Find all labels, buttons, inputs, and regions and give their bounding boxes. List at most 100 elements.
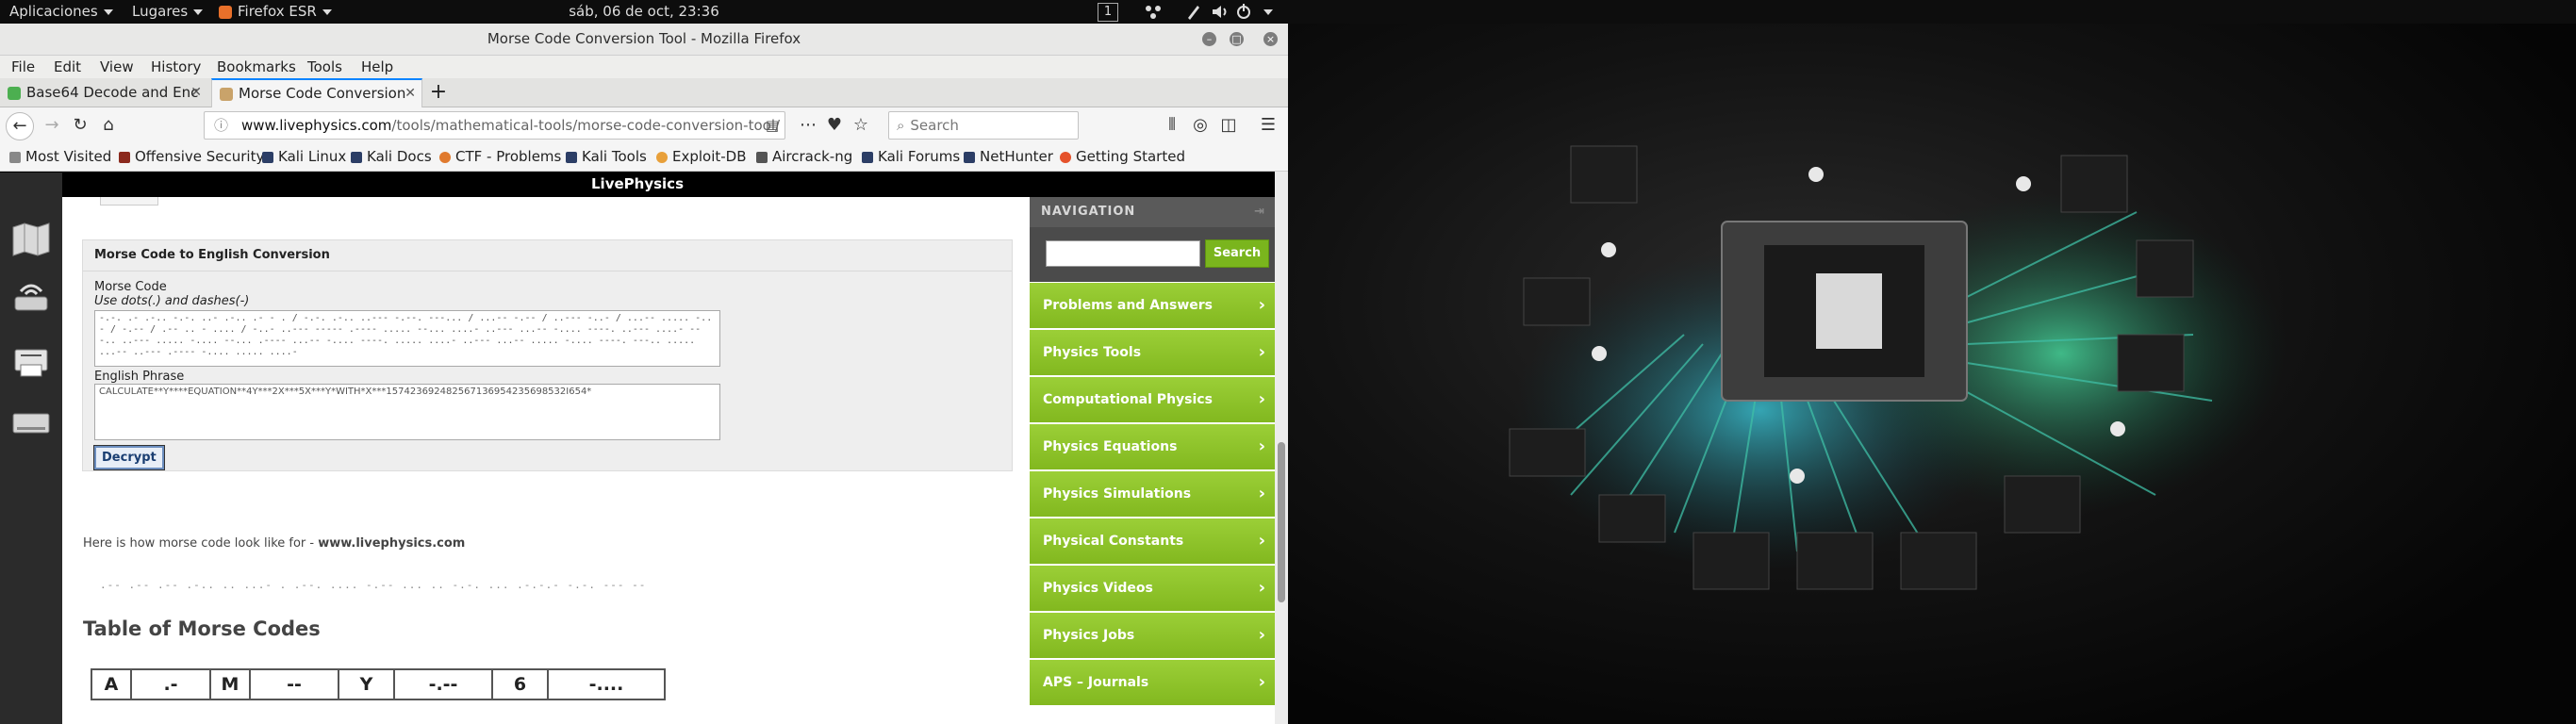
bookmark-kali-docs[interactable]: Kali Docs (351, 142, 432, 171)
url-bar[interactable]: ⓘ www.livephysics.com/tools/mathematical-… (204, 111, 785, 140)
nav-item-problems-and-answers[interactable]: Problems and Answers › (1030, 283, 1275, 330)
collapse-icon[interactable]: ⇥ (1254, 197, 1265, 227)
table-cell: -.... (547, 668, 666, 700)
tab-base64[interactable]: Base64 Decode and Enc ✕ (0, 79, 207, 107)
close-tab-icon[interactable]: ✕ (405, 80, 416, 107)
bookmark-offensive-security[interactable]: Offensive Security (119, 142, 264, 171)
nav-item-physics-equations[interactable]: Physics Equations › (1030, 424, 1275, 471)
decrypt-button[interactable]: Decrypt (93, 445, 165, 470)
table-cell: 6 (491, 668, 549, 700)
dock-maps-icon[interactable] (8, 216, 55, 263)
nav-item-computational-physics[interactable]: Computational Physics › (1030, 377, 1275, 424)
new-tab-button[interactable]: + (426, 79, 451, 107)
chevron-right-icon: › (1258, 578, 1265, 598)
back-button[interactable]: ← (6, 112, 34, 140)
search-field[interactable]: ⌕ Search (888, 111, 1079, 140)
nav-search-button[interactable]: Search (1205, 239, 1269, 268)
system-menu-chevron-icon[interactable] (1263, 0, 1273, 24)
lookup-text: Here is how morse code look like for - w… (83, 536, 465, 551)
dock-printer-icon[interactable] (8, 337, 55, 384)
english-phrase-textarea[interactable]: CALCULATE**Y****EQUATION**4Y***2X***5X**… (94, 384, 720, 440)
table-row: A .- M -- Y -.-- 6 -.... (91, 668, 666, 700)
site-header: LivePhysics (0, 172, 1275, 197)
morse-code-textarea[interactable]: -.-. .- .-.. -.-. ..- .-.. .- - . / -.-.… (94, 310, 720, 367)
bookmark-ctf-problems[interactable]: CTF - Problems (439, 142, 561, 171)
nav-item-physics-simulations[interactable]: Physics Simulations › (1030, 471, 1275, 518)
bookmark-nethunter[interactable]: NetHunter (964, 142, 1053, 171)
main-content: Morse Code to English Conversion Morse C… (62, 197, 1030, 724)
bookmark-kali-forums[interactable]: Kali Forums (862, 142, 960, 171)
window-title: Morse Code Conversion Tool - Mozilla Fir… (487, 30, 801, 47)
tab-morse[interactable]: Morse Code Conversion ✕ (211, 78, 422, 108)
circuit-board-image (1509, 145, 2287, 590)
scrollbar-thumb[interactable] (1278, 442, 1285, 602)
nav-item-physics-tools[interactable]: Physics Tools › (1030, 330, 1275, 377)
menu-help[interactable]: Help (361, 56, 393, 78)
morse-code-hint: Use dots(.) and dashes(-) (94, 294, 250, 308)
web-page: LivePhysics Morse Code to English Conver… (0, 172, 1275, 724)
menu-file[interactable]: File (11, 56, 35, 78)
dock-drive-icon[interactable] (8, 399, 55, 446)
lookup-host[interactable]: www.livephysics.com (318, 536, 465, 551)
favicon-icon (8, 86, 21, 100)
top-panel: Aplicaciones Lugares Firefox ESR sáb, 06… (0, 0, 2576, 24)
nav-item-physical-constants[interactable]: Physical Constants › (1030, 518, 1275, 566)
nav-heading: NAVIGATION ⇥ (1030, 197, 1275, 227)
table-cell: Y (338, 668, 395, 700)
english-phrase-label: English Phrase (94, 370, 185, 384)
nav-item-aps-journals[interactable]: APS – Journals › (1030, 660, 1275, 707)
workspace-indicator[interactable]: 1 (1098, 3, 1118, 22)
page-actions-icon[interactable]: ⋯ (798, 115, 818, 136)
menu-edit[interactable]: Edit (54, 56, 81, 78)
maximize-button[interactable]: □ (1230, 32, 1244, 46)
close-tab-icon[interactable]: ✕ (190, 79, 202, 107)
reader-view-icon[interactable]: ▤ (766, 112, 779, 139)
bookmark-star-icon[interactable]: ☆ (850, 115, 871, 136)
forward-button[interactable]: → (41, 115, 62, 136)
chevron-right-icon: › (1258, 389, 1265, 409)
bookmarks-toolbar: Most Visited Offensive Security Kali Lin… (0, 142, 1288, 172)
chevron-right-icon: › (1258, 625, 1265, 645)
menu-tools[interactable]: Tools (307, 56, 342, 78)
menu-history[interactable]: History (151, 56, 201, 78)
chevron-right-icon: › (1258, 436, 1265, 456)
minimize-button[interactable]: – (1202, 32, 1216, 46)
clock[interactable]: sáb, 06 de oct, 23:36 (0, 0, 1288, 24)
nav-heading-label: NAVIGATION (1041, 205, 1136, 219)
close-window-button[interactable]: × (1263, 32, 1278, 46)
tab-label: Base64 Decode and Enc (26, 84, 199, 101)
table-cell: M (209, 668, 251, 700)
navigation-sidebar: NAVIGATION ⇥ Search Problems and Answers… (1030, 197, 1275, 724)
morse-conversion-panel: Morse Code to English Conversion Morse C… (82, 239, 1013, 471)
bookmark-most-visited[interactable]: Most Visited (9, 142, 111, 171)
hamburger-menu-icon[interactable]: ☰ (1258, 115, 1279, 136)
table-cell: -.-- (393, 668, 493, 700)
bookmark-kali-linux[interactable]: Kali Linux (262, 142, 346, 171)
nav-search-box: Search (1030, 227, 1275, 282)
menu-bookmarks[interactable]: Bookmarks (217, 56, 296, 78)
info-icon[interactable]: ⓘ (214, 117, 228, 134)
bookmark-exploit-db[interactable]: Exploit-DB (656, 142, 747, 171)
chevron-right-icon: › (1258, 342, 1265, 362)
table-cell: .- (130, 668, 211, 700)
dock (0, 173, 62, 724)
bookmark-aircrack-ng[interactable]: Aircrack-ng (756, 142, 852, 171)
firefox-window: Morse Code Conversion Tool - Mozilla Fir… (0, 24, 1288, 724)
bookmark-getting-started[interactable]: Getting Started (1060, 142, 1185, 171)
bookmark-kali-tools[interactable]: Kali Tools (566, 142, 647, 171)
nav-item-physics-jobs[interactable]: Physics Jobs › (1030, 613, 1275, 660)
nav-search-input[interactable] (1046, 240, 1200, 267)
library-icon[interactable]: ⫴ (1162, 115, 1182, 136)
pocket-icon[interactable]: ♥ (824, 115, 845, 136)
search-icon: ⌕ (897, 117, 905, 134)
reload-button[interactable]: ↻ (70, 115, 91, 136)
sidebar-icon[interactable]: ◫ (1218, 115, 1239, 136)
chevron-right-icon: › (1258, 484, 1265, 503)
dock-router-icon[interactable] (8, 274, 55, 321)
menu-view[interactable]: View (100, 56, 134, 78)
nav-item-physics-videos[interactable]: Physics Videos › (1030, 566, 1275, 613)
menu-bar: File Edit View History Bookmarks Tools H… (0, 56, 1288, 78)
page-scrollbar[interactable] (1275, 172, 1288, 724)
vpn-icon[interactable]: ◎ (1190, 115, 1211, 136)
home-button[interactable]: ⌂ (98, 115, 119, 136)
